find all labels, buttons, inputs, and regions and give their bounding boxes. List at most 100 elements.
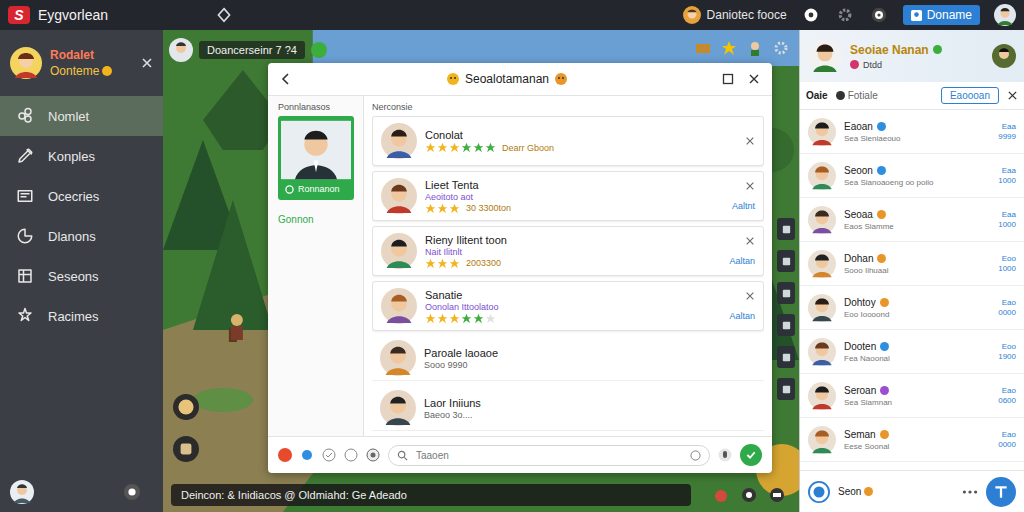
close-icon[interactable] — [745, 136, 755, 146]
chat-icon[interactable] — [769, 487, 785, 503]
tool-button[interactable] — [777, 250, 795, 272]
tool-button[interactable] — [777, 346, 795, 368]
record-icon[interactable] — [803, 7, 819, 23]
tool-button[interactable] — [777, 314, 795, 336]
character-icon[interactable] — [747, 40, 763, 56]
diamond-icon[interactable] — [216, 7, 232, 23]
brand[interactable]: SEygvorlean — [8, 6, 108, 24]
tool-icon — [781, 320, 792, 331]
profile-subtitle: Oonteme — [50, 64, 133, 78]
star-icon — [425, 313, 436, 324]
user-avatar-icon[interactable] — [10, 480, 34, 504]
game-view[interactable]: Doancerseinr 7 ?4Deincon: & Inidiacos @ … — [163, 30, 799, 512]
chat-icon[interactable] — [344, 448, 358, 462]
item-action[interactable]: Aaltan — [729, 311, 755, 321]
sidebar-item[interactable]: Konples — [0, 136, 163, 176]
more-icon[interactable] — [962, 489, 978, 495]
friends-panel: Seoiae Nanan DtddOaieFotialeEaoooanEaoan… — [799, 30, 1024, 512]
record-icon[interactable] — [123, 483, 141, 501]
list-item[interactable]: SanatieOonolan IttoolatooAaltan — [372, 281, 764, 331]
close-icon[interactable] — [141, 57, 153, 69]
camera-icon[interactable] — [741, 487, 757, 503]
list-item[interactable]: Paroale laoaoeSooo 9990 — [372, 336, 764, 381]
tab[interactable]: Fotiale — [836, 90, 878, 101]
gear-icon[interactable] — [837, 7, 853, 23]
camera-icon[interactable] — [871, 7, 887, 23]
friend-row[interactable]: Dohan Sooo IihuaalEoo1000 — [800, 242, 1024, 286]
search-field[interactable] — [388, 445, 710, 466]
star-icon — [437, 258, 448, 269]
gear-icon[interactable] — [773, 40, 789, 56]
list-item[interactable]: Rieny Ilitent toonNait Ilitnlt2003300Aal… — [372, 226, 764, 276]
send-icon[interactable] — [740, 444, 762, 466]
sidebar-item[interactable]: Dlanons — [0, 216, 163, 256]
star-icon — [485, 313, 496, 324]
sidebar-item[interactable]: Racimes — [0, 296, 163, 336]
item-tag: Nait Ilitnlt — [425, 247, 721, 257]
friend-row[interactable]: Eaoan Sea SieniaeouoEaa9999 — [800, 110, 1024, 154]
check-icon[interactable] — [322, 448, 336, 462]
back-icon[interactable] — [280, 73, 292, 85]
tool-button[interactable] — [777, 218, 795, 240]
star-icon — [437, 313, 448, 324]
close-icon[interactable] — [748, 73, 760, 85]
top-bar: SEygvorlean Daniotec fooce Doname — [0, 0, 1024, 30]
tool-button[interactable] — [777, 282, 795, 304]
star-icon[interactable] — [721, 40, 737, 56]
sidebar-item[interactable]: Seseons — [0, 256, 163, 296]
item-action[interactable]: Aaltnt — [732, 201, 755, 211]
chest-icon[interactable] — [695, 40, 711, 56]
sidebar-item[interactable]: Nomlet — [0, 96, 163, 136]
friend-row[interactable]: Seman Eese SoonalEao0000 — [800, 418, 1024, 462]
star-icon — [461, 313, 472, 324]
logo-icon[interactable]: S — [8, 6, 30, 24]
friend-detail: Eese Soonal — [844, 442, 990, 451]
top-user[interactable]: Daniotec fooce — [683, 6, 819, 24]
red-dot-icon[interactable] — [278, 448, 292, 462]
star-icon — [485, 142, 496, 153]
list-item[interactable]: Lieet TentaAeoitoto aot30 3300tonAaltnt — [372, 171, 764, 221]
player-avatar-icon[interactable] — [169, 38, 193, 62]
chat-bar[interactable]: Deincon: & Inidiacos @ Oldmiahd: Ge Adea… — [171, 484, 691, 506]
friend-detail: Sea Sianoaoeng oo poiio — [844, 178, 990, 187]
list-item[interactable]: ConolatDearr Gboon — [372, 116, 764, 166]
dialog-title: Seoalotamanan — [465, 72, 549, 86]
tab[interactable]: Oaie — [806, 90, 828, 101]
add-button[interactable]: Eaoooan — [941, 87, 999, 104]
friend-avatar-icon — [808, 162, 836, 190]
sticker-icon[interactable] — [690, 450, 701, 461]
star-icon — [425, 142, 436, 153]
emoji-icon[interactable] — [366, 448, 380, 462]
sidebar-item[interactable]: Ocecries — [0, 176, 163, 216]
top-button[interactable]: Doname — [903, 5, 980, 25]
item-action[interactable]: Aaltan — [729, 256, 755, 266]
mic-icon[interactable] — [718, 448, 732, 462]
profile-card-label: Ronnanon — [281, 181, 351, 197]
friend-row[interactable]: Dooten Fea NaoonalEoo1900 — [800, 330, 1024, 374]
friend-row[interactable]: Seoon Sea Sianoaoeng oo poiioEaa1000 — [800, 154, 1024, 198]
potion-icon[interactable] — [713, 487, 729, 503]
friend-row[interactable]: Seroan Sea SiamnanEao0600 — [800, 374, 1024, 418]
close-icon[interactable] — [1007, 90, 1018, 101]
account-avatar-icon[interactable] — [994, 4, 1016, 26]
profile-card[interactable]: Ronnanon — [278, 116, 354, 200]
globe-icon[interactable] — [808, 481, 830, 503]
tool-button[interactable] — [777, 378, 795, 400]
list-item[interactable]: Laor IniiunsBaeoo 3o.... — [372, 386, 764, 431]
hand-icon[interactable] — [173, 394, 199, 420]
close-icon[interactable] — [745, 181, 755, 191]
search-input[interactable] — [414, 449, 684, 462]
blue-dot-icon[interactable] — [300, 448, 314, 462]
friend-row[interactable]: Seoaa Eaos SiammeEaa1000 — [800, 198, 1024, 242]
profile-avatar-icon[interactable] — [808, 39, 842, 73]
star-icon — [449, 203, 460, 214]
maximize-icon[interactable] — [722, 73, 734, 85]
bag-icon[interactable] — [173, 436, 199, 462]
compose-icon[interactable] — [986, 477, 1016, 507]
friend-row[interactable]: Dohtoy Eoo IoooondEao0000 — [800, 286, 1024, 330]
flame-icon — [864, 487, 873, 496]
close-icon[interactable] — [745, 291, 755, 301]
friend-avatar-icon[interactable] — [992, 44, 1016, 68]
close-icon[interactable] — [745, 236, 755, 246]
profile[interactable]: RodaletOonteme — [0, 30, 163, 96]
